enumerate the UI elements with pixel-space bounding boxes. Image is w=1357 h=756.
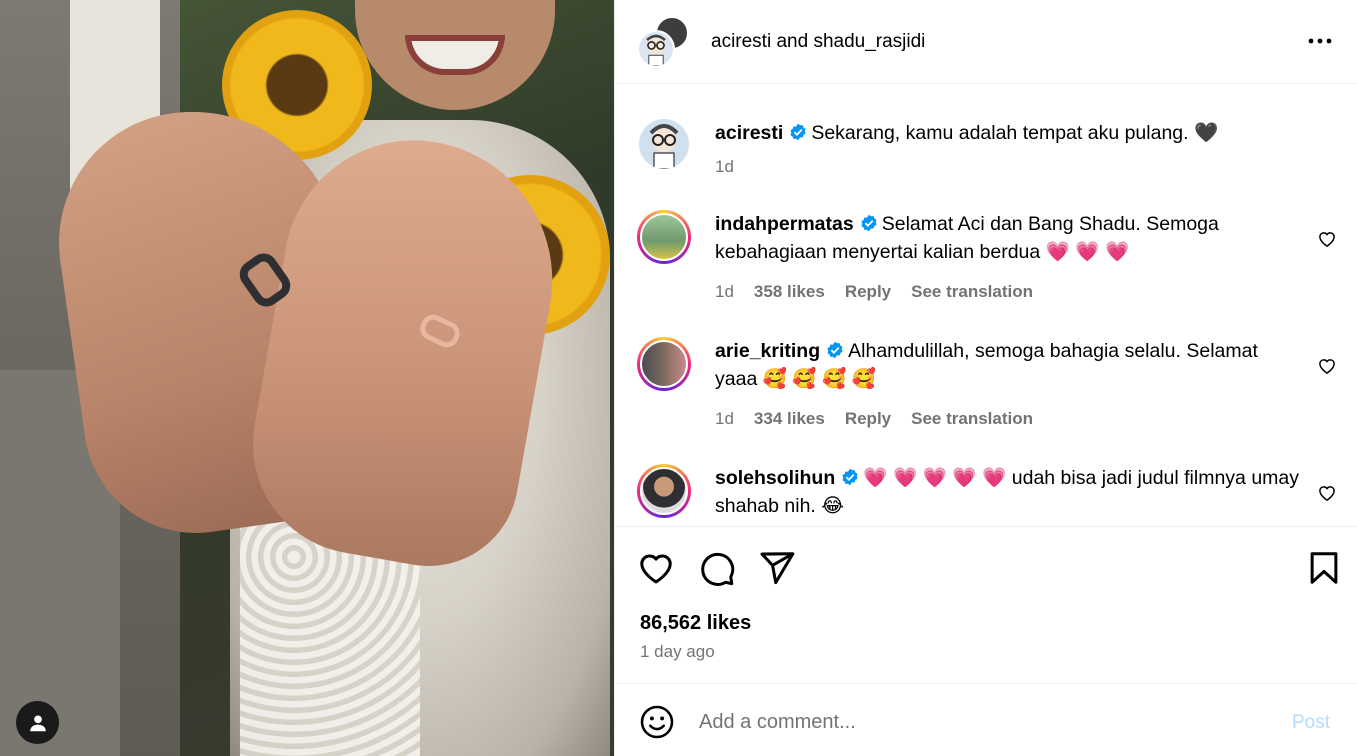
more-options-button[interactable] <box>1307 28 1333 54</box>
like-comment-heart-icon[interactable] <box>1317 229 1337 249</box>
post-details-panel: aciresti and shadu_rasjidi aciresti Seka… <box>614 0 1357 756</box>
comments-list[interactable]: aciresti Sekarang, kamu adalah tempat aku… <box>615 85 1357 526</box>
comment-username[interactable]: solehsolihun <box>715 467 835 489</box>
comment-text: Sekarang, kamu adalah tempat aku pulang.… <box>811 122 1219 144</box>
see-translation-button[interactable]: See translation <box>911 409 1033 429</box>
comment-time[interactable]: 1d <box>715 157 734 177</box>
verified-badge-icon <box>790 123 806 141</box>
post-photo[interactable] <box>0 0 614 756</box>
comment-likes[interactable]: 334 likes <box>754 409 825 429</box>
verified-badge-icon <box>842 468 858 486</box>
avatar[interactable] <box>637 210 691 264</box>
comment-time[interactable]: 1d <box>715 282 734 302</box>
comment-username[interactable]: indahpermatas <box>715 213 854 235</box>
user-icon <box>29 714 46 731</box>
verified-badge-icon <box>861 214 877 232</box>
post-timestamp[interactable]: 1 day ago <box>640 642 715 662</box>
cartoon-avatar-icon <box>646 34 666 66</box>
comment-username[interactable]: arie_kriting <box>715 340 820 362</box>
comment-time[interactable]: 1d <box>715 409 734 429</box>
collab-avatars[interactable] <box>637 15 695 68</box>
share-send-icon[interactable] <box>758 549 796 587</box>
see-translation-button[interactable]: See translation <box>911 282 1033 302</box>
post-actions: 86,562 likes 1 day ago <box>615 526 1357 684</box>
caption-text-row: aciresti Sekarang, kamu adalah tempat aku… <box>715 119 1300 147</box>
comment-text-row: arie_kriting Alhamdulillah, semoga bahagi… <box>715 337 1300 393</box>
avatar[interactable] <box>637 464 691 518</box>
cartoon-avatar-icon <box>639 119 689 169</box>
verified-badge-icon <box>827 341 843 359</box>
post-author-names[interactable]: aciresti and shadu_rasjidi <box>711 31 925 53</box>
reply-button[interactable]: Reply <box>845 409 891 429</box>
comment-bubble-icon[interactable] <box>698 549 736 587</box>
comment-meta: 1d <box>715 157 734 177</box>
post-header: aciresti and shadu_rasjidi <box>615 0 1357 84</box>
reply-button[interactable]: Reply <box>845 282 891 302</box>
comment-likes[interactable]: 358 likes <box>754 282 825 302</box>
like-comment-heart-icon[interactable] <box>1317 483 1337 503</box>
avatar[interactable] <box>637 29 675 68</box>
comment-meta: 1d 358 likes Reply See translation <box>715 282 1033 302</box>
emoji-icon[interactable] <box>639 704 675 740</box>
bookmark-icon[interactable] <box>1305 549 1343 587</box>
comment-text-row: solehsolihun 💗 💗 💗 💗 💗 udah bisa jadi jud… <box>715 464 1300 520</box>
comment-username[interactable]: aciresti <box>715 122 783 144</box>
post-likes-count[interactable]: 86,562 likes <box>640 612 751 635</box>
post-comment-button[interactable]: Post <box>1292 712 1330 734</box>
like-comment-heart-icon[interactable] <box>1317 356 1337 376</box>
like-heart-icon[interactable] <box>637 549 675 587</box>
add-comment-bar: Post <box>615 685 1357 756</box>
more-icon <box>1308 38 1332 44</box>
tagged-users-button[interactable] <box>16 701 59 744</box>
comment-meta: 1d 334 likes Reply See translation <box>715 409 1033 429</box>
avatar[interactable] <box>637 337 691 391</box>
comment-text-row: indahpermatas Selamat Aci dan Bang Shadu.… <box>715 210 1300 266</box>
avatar[interactable] <box>639 119 689 169</box>
comment-input[interactable] <box>699 705 1259 739</box>
